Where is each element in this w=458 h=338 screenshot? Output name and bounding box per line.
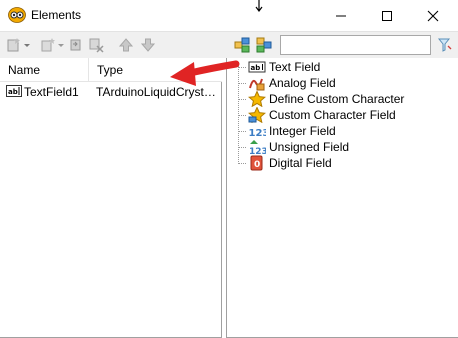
digital-field-icon: 0 bbox=[250, 155, 263, 171]
palette-item-label: Custom Character Field bbox=[269, 108, 396, 122]
column-header-name[interactable]: Name bbox=[0, 58, 89, 82]
toolbar bbox=[0, 31, 458, 58]
move-down-icon[interactable] bbox=[140, 37, 156, 53]
row-type-cell: TArduinoLiquidCrystalElementTextField bbox=[96, 85, 218, 99]
define-custom-character-icon bbox=[248, 91, 266, 107]
svg-text:123: 123 bbox=[249, 147, 266, 155]
svg-text:ab: ab bbox=[251, 64, 261, 72]
svg-text:0: 0 bbox=[254, 160, 260, 170]
palette-item-label: Integer Field bbox=[269, 124, 336, 138]
integer-field-icon: 123 bbox=[249, 128, 267, 139]
palette-item-define-custom-character[interactable]: Define Custom Character bbox=[236, 91, 446, 107]
app-logo-icon bbox=[8, 7, 26, 23]
palette-item-custom-character-field[interactable]: Custom Character Field bbox=[236, 107, 446, 123]
palette-item-digital-field[interactable]: 0 Digital Field bbox=[236, 155, 446, 171]
maximize-icon bbox=[382, 10, 392, 21]
new-element-dropdown-icon[interactable] bbox=[23, 37, 31, 53]
duplicate-element-icon[interactable] bbox=[68, 37, 84, 53]
minimize-button[interactable] bbox=[318, 0, 364, 31]
column-header-type[interactable]: Type bbox=[89, 58, 222, 82]
tree-branch bbox=[238, 99, 246, 100]
new-element-icon[interactable] bbox=[6, 37, 22, 53]
maximize-button[interactable] bbox=[364, 0, 410, 31]
palette-item-label: Analog Field bbox=[269, 76, 336, 90]
svg-text:123: 123 bbox=[249, 128, 267, 139]
elements-list-panel: Name Type ab TextField1 TArduinoLiquidCr… bbox=[0, 58, 222, 338]
row-name-cell: TextField1 bbox=[24, 85, 79, 99]
collapse-all-icon[interactable] bbox=[256, 37, 272, 53]
title-bar[interactable]: Elements bbox=[0, 0, 458, 31]
close-icon bbox=[427, 10, 439, 21]
analog-field-icon bbox=[249, 78, 265, 91]
text-field-icon: ab bbox=[6, 85, 22, 97]
close-button[interactable] bbox=[410, 0, 456, 31]
delete-element-icon[interactable] bbox=[88, 37, 104, 53]
copy-element-icon[interactable] bbox=[40, 37, 56, 53]
resize-cursor-icon bbox=[255, 0, 263, 12]
palette-item-label: Text Field bbox=[269, 60, 321, 74]
palette-item-label: Digital Field bbox=[269, 156, 332, 170]
copy-dropdown-icon[interactable] bbox=[57, 37, 65, 53]
palette-item-analog-field[interactable]: Analog Field bbox=[236, 75, 446, 91]
text-field-icon: ab bbox=[248, 61, 266, 73]
clear-search-icon[interactable] bbox=[436, 37, 452, 53]
palette-item-unsigned-field[interactable]: 123 Unsigned Field bbox=[236, 139, 446, 155]
column-header-type-label: Type bbox=[97, 63, 124, 77]
palette-item-text-field[interactable]: ab Text Field bbox=[236, 59, 446, 75]
svg-text:ab: ab bbox=[8, 88, 18, 96]
window-title: Elements bbox=[31, 8, 82, 22]
expand-all-icon[interactable] bbox=[234, 37, 250, 53]
custom-character-field-icon bbox=[248, 107, 266, 123]
search-input[interactable] bbox=[280, 35, 431, 55]
tree-branch bbox=[238, 131, 246, 132]
unsigned-field-icon: 123 bbox=[249, 140, 266, 155]
palette-item-integer-field[interactable]: 123 Integer Field bbox=[236, 123, 446, 139]
column-header-name-label: Name bbox=[8, 63, 41, 77]
tree-branch bbox=[238, 83, 246, 84]
tree-branch bbox=[238, 163, 246, 164]
tree-branch bbox=[238, 115, 246, 116]
minimize-icon bbox=[336, 15, 346, 16]
table-row[interactable]: ab TextField1 TArduinoLiquidCrystalEleme… bbox=[0, 82, 222, 100]
tree-branch bbox=[238, 67, 246, 68]
palette-item-label: Define Custom Character bbox=[269, 92, 405, 106]
move-up-icon[interactable] bbox=[118, 37, 134, 53]
tree-branch bbox=[238, 147, 246, 148]
palette-item-label: Unsigned Field bbox=[269, 140, 350, 154]
